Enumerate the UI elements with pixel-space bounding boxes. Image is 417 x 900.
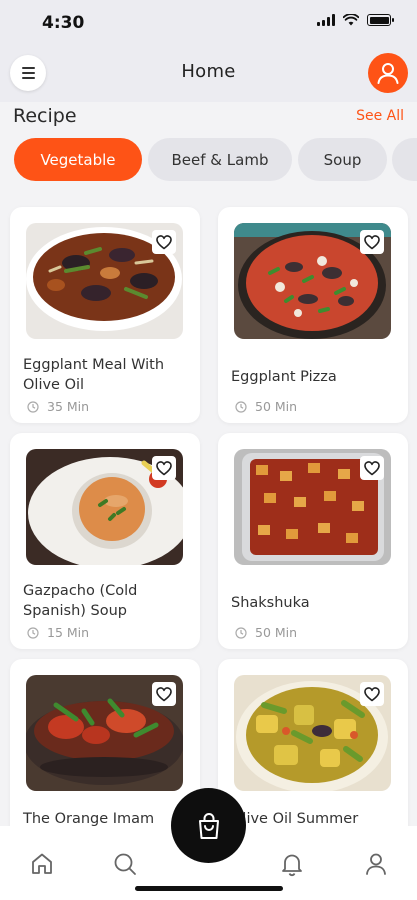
clock-icon bbox=[235, 400, 247, 413]
heart-icon bbox=[156, 460, 172, 475]
home-indicator bbox=[135, 886, 283, 891]
category-chips: Vegetable Beef & Lamb Soup bbox=[14, 138, 417, 182]
clock-icon bbox=[27, 626, 39, 639]
heart-icon bbox=[364, 460, 380, 475]
recipe-image bbox=[234, 449, 391, 565]
chip-beef-lamb[interactable]: Beef & Lamb bbox=[148, 138, 292, 181]
recipe-title: Olive Oil Summer bbox=[231, 811, 359, 826]
chip-soup[interactable]: Soup bbox=[298, 138, 387, 181]
favorite-button[interactable] bbox=[152, 456, 176, 480]
favorite-button[interactable] bbox=[360, 682, 384, 706]
heart-icon bbox=[364, 686, 380, 701]
favorite-button[interactable] bbox=[152, 230, 176, 254]
content-area: Recipe See All Vegetable Beef & Lamb Sou… bbox=[0, 102, 417, 826]
status-time: 4:30 bbox=[42, 13, 85, 33]
nav-search[interactable] bbox=[111, 850, 139, 878]
recipe-image bbox=[26, 449, 183, 565]
section-title: Recipe bbox=[13, 105, 77, 127]
status-icons bbox=[317, 14, 394, 26]
recipe-meta: 35 Min bbox=[27, 399, 89, 414]
favorite-button[interactable] bbox=[360, 230, 384, 254]
clock-icon bbox=[27, 400, 39, 413]
cart-button[interactable] bbox=[171, 788, 246, 863]
recipe-card[interactable]: Shakshuka 50 Min bbox=[218, 433, 408, 649]
recipe-meta: 50 Min bbox=[235, 399, 297, 414]
recipe-time: 35 Min bbox=[47, 399, 90, 414]
recipe-title: The Orange Imam bbox=[23, 811, 155, 826]
heart-icon bbox=[156, 686, 172, 701]
recipe-time: 50 Min bbox=[255, 625, 298, 640]
nav-notifications[interactable] bbox=[278, 850, 306, 878]
recipe-time: 50 Min bbox=[255, 399, 298, 414]
signal-icon bbox=[317, 14, 335, 26]
bell-icon bbox=[282, 854, 302, 877]
recipe-meta: 50 Min bbox=[235, 625, 297, 640]
battery-icon bbox=[367, 14, 394, 26]
recipe-card[interactable]: Olive Oil Summer bbox=[218, 659, 408, 826]
user-icon bbox=[377, 63, 399, 84]
recipe-title: Eggplant Meal With Olive Oil bbox=[23, 357, 165, 393]
nav-profile[interactable] bbox=[362, 850, 390, 878]
favorite-button[interactable] bbox=[152, 682, 176, 706]
wifi-icon bbox=[343, 14, 359, 26]
recipe-image bbox=[234, 223, 391, 339]
recipe-title: Shakshuka bbox=[231, 595, 310, 611]
status-bar: 4:30 bbox=[0, 0, 417, 46]
chip-more[interactable] bbox=[392, 138, 417, 181]
heart-icon bbox=[156, 234, 172, 249]
recipe-card[interactable]: Gazpacho (Cold Spanish) Soup 15 Min bbox=[10, 433, 200, 649]
clock-icon bbox=[235, 626, 247, 639]
recipe-image bbox=[234, 675, 391, 791]
recipe-title: Eggplant Pizza bbox=[231, 369, 337, 385]
search-icon bbox=[114, 853, 136, 875]
recipe-meta: 15 Min bbox=[27, 625, 89, 640]
profile-button[interactable] bbox=[368, 53, 408, 93]
recipe-title: Gazpacho (Cold Spanish) Soup bbox=[23, 583, 138, 619]
recipe-time: 15 Min bbox=[47, 625, 90, 640]
app-header: Home bbox=[0, 46, 417, 102]
recipe-image bbox=[26, 223, 183, 339]
nav-home[interactable] bbox=[28, 850, 56, 878]
recipe-image bbox=[26, 675, 183, 791]
user-icon bbox=[366, 853, 386, 875]
home-icon bbox=[32, 853, 52, 874]
recipe-card[interactable]: The Orange Imam bbox=[10, 659, 200, 826]
chip-vegetable[interactable]: Vegetable bbox=[14, 138, 142, 181]
page-title: Home bbox=[181, 61, 236, 82]
heart-icon bbox=[364, 234, 380, 249]
see-all-link[interactable]: See All bbox=[356, 108, 404, 124]
recipe-card[interactable]: Eggplant Pizza 50 Min bbox=[218, 207, 408, 423]
shopping-bag-icon bbox=[198, 812, 219, 839]
recipe-card[interactable]: Eggplant Meal With Olive Oil 35 Min bbox=[10, 207, 200, 423]
favorite-button[interactable] bbox=[360, 456, 384, 480]
